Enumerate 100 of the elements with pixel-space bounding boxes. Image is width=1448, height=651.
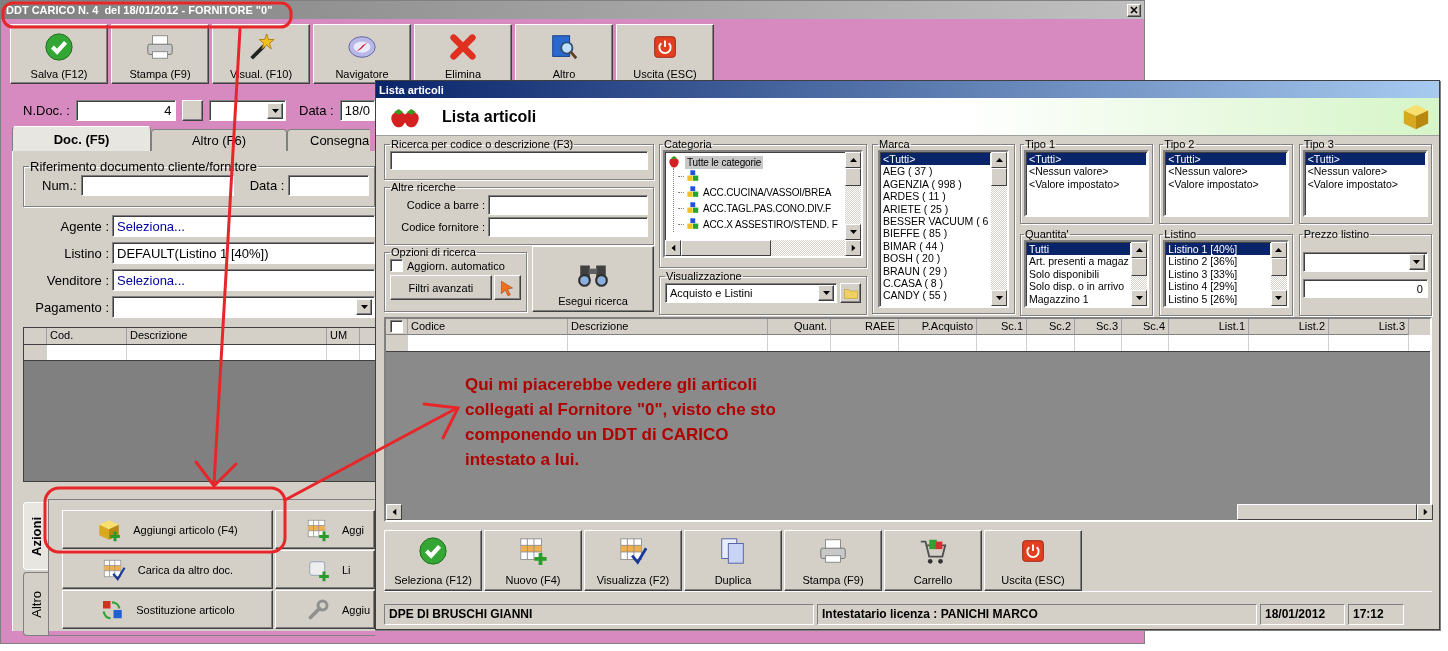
list-item[interactable]: BRAUN ( 29 ) <box>881 264 990 277</box>
list-item[interactable]: Listino 4 [29%] <box>1166 280 1270 293</box>
action-button[interactable]: Aggi <box>275 510 375 549</box>
tab[interactable]: Consegna <box>287 129 370 151</box>
toolbar-button[interactable]: Duplica <box>684 530 782 591</box>
scroll-button[interactable] <box>845 240 861 256</box>
input-field[interactable] <box>488 195 648 215</box>
list-item[interactable]: <Valore impostato> <box>1027 177 1147 191</box>
input-field[interactable]: Seleziona... <box>112 269 375 291</box>
list-item[interactable]: <Valore impostato> <box>1305 177 1425 191</box>
list-item[interactable]: Solo disponibili <box>1027 267 1131 281</box>
scroll-button[interactable] <box>665 240 681 256</box>
list-item[interactable]: <Tutti> <box>1027 153 1147 166</box>
list-item[interactable]: ARIETE ( 25 ) <box>881 202 990 215</box>
list-item[interactable]: AEG ( 37 ) <box>881 165 990 178</box>
toolbar-button[interactable]: Nuovo (F4) <box>484 530 582 591</box>
scrollbar[interactable] <box>1131 242 1148 306</box>
search-button[interactable]: Esegui ricerca <box>532 246 654 312</box>
toolbar-button[interactable]: Stampa (F9) <box>111 24 209 84</box>
scroll-thumb[interactable] <box>681 240 771 256</box>
input-field[interactable] <box>80 175 234 196</box>
list-item[interactable]: Solo disp. o in arrivo <box>1027 280 1131 293</box>
close-button[interactable] <box>1127 3 1141 17</box>
scroll-button[interactable] <box>1131 290 1148 306</box>
list-item[interactable]: CANDY ( 55 ) <box>881 289 990 302</box>
action-button[interactable]: Li <box>275 550 375 589</box>
list-item[interactable]: BIMAR ( 44 ) <box>881 239 990 253</box>
scrollbar[interactable] <box>845 152 861 240</box>
scrollbar[interactable] <box>386 504 1430 520</box>
list-box[interactable]: Listino 1 [40%] Listino 2 [36%] Listino 3 [33%] Listino 4 [29%] Listino 5 [26%] <box>1163 240 1289 308</box>
scroll-thumb[interactable] <box>1270 258 1287 276</box>
input-field[interactable] <box>288 175 369 196</box>
scroll-button[interactable] <box>1270 242 1287 258</box>
scroll-thumb[interactable] <box>845 168 861 186</box>
input-field[interactable]: Seleziona... <box>112 215 375 237</box>
list-box[interactable]: <Tutti> AEG ( 37 ) AGENZIA ( 998 ) ARDES ( 11 ) ARIETE ( 25 ) BESSER VACUUM ( 6 BIEFFE ( 85 ) BIMAR ( 44 ) BOSH ( 20 ) BRAUN ( 29 ) C.CASA ( 8 ) CANDY ( 55 ) <box>878 150 1009 308</box>
list-box[interactable]: <Tutti> <Nessun valore> <Valore impostato> <box>1024 150 1150 217</box>
dropdown[interactable] <box>1302 252 1428 272</box>
list-item[interactable]: Listino 1 [40%] <box>1166 243 1270 256</box>
scroll-button[interactable] <box>845 152 861 168</box>
action-button[interactable]: Aggiungi articolo (F4) <box>62 510 273 549</box>
list-item[interactable]: <Nessun valore> <box>1305 165 1425 178</box>
scroll-thumb[interactable] <box>1237 504 1417 520</box>
list-item[interactable]: BESSER VACUUM ( 6 <box>881 214 991 228</box>
tab[interactable]: Altro <box>23 572 48 636</box>
checkbox[interactable] <box>390 320 403 333</box>
list-item[interactable]: C.CASA ( 8 ) <box>881 276 990 290</box>
input-field[interactable]: 18/0 <box>339 100 375 121</box>
list-item[interactable]: AGENZIA ( 998 ) <box>881 177 990 191</box>
checkbox[interactable] <box>390 259 403 272</box>
scroll-thumb[interactable] <box>1131 258 1148 276</box>
search-field[interactable] <box>390 151 648 170</box>
list-item[interactable]: <Nessun valore> <box>1166 165 1286 178</box>
toolbar-button[interactable]: Salva (F12) <box>10 24 108 84</box>
input-field[interactable]: 0 <box>1302 279 1428 298</box>
scroll-button[interactable] <box>1417 504 1433 520</box>
list-item[interactable]: BIEFFE ( 85 ) <box>881 227 990 240</box>
list-item[interactable]: <Nessun valore> <box>1027 165 1147 178</box>
list-item[interactable]: Magazzino 1 <box>1027 292 1131 305</box>
list-item[interactable]: <Tutti> <box>1166 153 1286 166</box>
list-item[interactable]: BOSH ( 20 ) <box>881 252 990 265</box>
scroll-button[interactable] <box>1270 290 1287 306</box>
scroll-button[interactable] <box>1131 242 1148 258</box>
dropdown[interactable] <box>209 100 286 121</box>
list-item[interactable]: ARDES ( 11 ) <box>881 190 990 203</box>
list-item[interactable]: Listino 5 [26%] <box>1166 292 1270 305</box>
dropdown[interactable]: Acquisto e Listini <box>665 283 837 303</box>
list-item[interactable]: <Tutti> <box>1305 153 1425 166</box>
input-field[interactable]: 4 <box>75 100 177 121</box>
input-field[interactable] <box>488 217 648 237</box>
tab[interactable]: Doc. (F5) <box>12 126 151 151</box>
scrollbar[interactable] <box>991 152 1007 306</box>
scroll-button[interactable] <box>991 290 1007 306</box>
toolbar-button[interactable]: Carrello <box>884 530 982 591</box>
tree-view[interactable]: Tutte le categorie ACC.CUCINA/VASSOI/BREA ACC.TAGL.PAS.CONO.DIV.F ACC.X ASSESTIRO/STEND. F <box>663 150 863 258</box>
scroll-button[interactable] <box>386 504 402 520</box>
list-item[interactable]: Listino 2 [36%] <box>1166 255 1270 268</box>
toolbar-button[interactable]: Navigatore <box>313 24 411 84</box>
cursor-button[interactable] <box>493 275 521 300</box>
toolbar-button[interactable]: Uscita (ESC) <box>984 530 1082 591</box>
list-item[interactable]: <Valore impostato> <box>1166 177 1286 191</box>
list-box[interactable]: <Tutti> <Nessun valore> <Valore impostato> <box>1302 150 1428 217</box>
scrollbar[interactable] <box>1270 242 1287 306</box>
scroll-button[interactable] <box>991 152 1007 168</box>
action-button[interactable]: Aggiu <box>275 590 375 629</box>
folder-button[interactable] <box>840 283 861 303</box>
list-box[interactable]: Tutti Art. presenti a magaz Solo disponibili Solo disp. o in arrivo Magazzino 1 <box>1024 240 1150 308</box>
action-button[interactable]: Sostituzione articolo <box>62 590 273 629</box>
action-button[interactable]: Carica da altro doc. <box>62 550 273 589</box>
list-item[interactable]: Tutti <box>1027 243 1131 256</box>
scroll-button[interactable] <box>845 224 861 240</box>
toolbar-button[interactable]: Stampa (F9) <box>784 530 882 591</box>
list-item[interactable]: <Tutti> <box>881 153 990 166</box>
list-box[interactable]: <Tutti> <Nessun valore> <Valore impostato> <box>1163 150 1289 217</box>
dropdown[interactable] <box>112 296 375 318</box>
list-item[interactable]: Art. presenti a magaz <box>1027 255 1131 268</box>
toolbar-button[interactable]: Seleziona (F12) <box>384 530 482 591</box>
list-item[interactable]: Listino 3 [33%] <box>1166 267 1270 281</box>
tab[interactable]: Azioni <box>23 502 48 570</box>
scrollbar[interactable] <box>665 240 861 256</box>
